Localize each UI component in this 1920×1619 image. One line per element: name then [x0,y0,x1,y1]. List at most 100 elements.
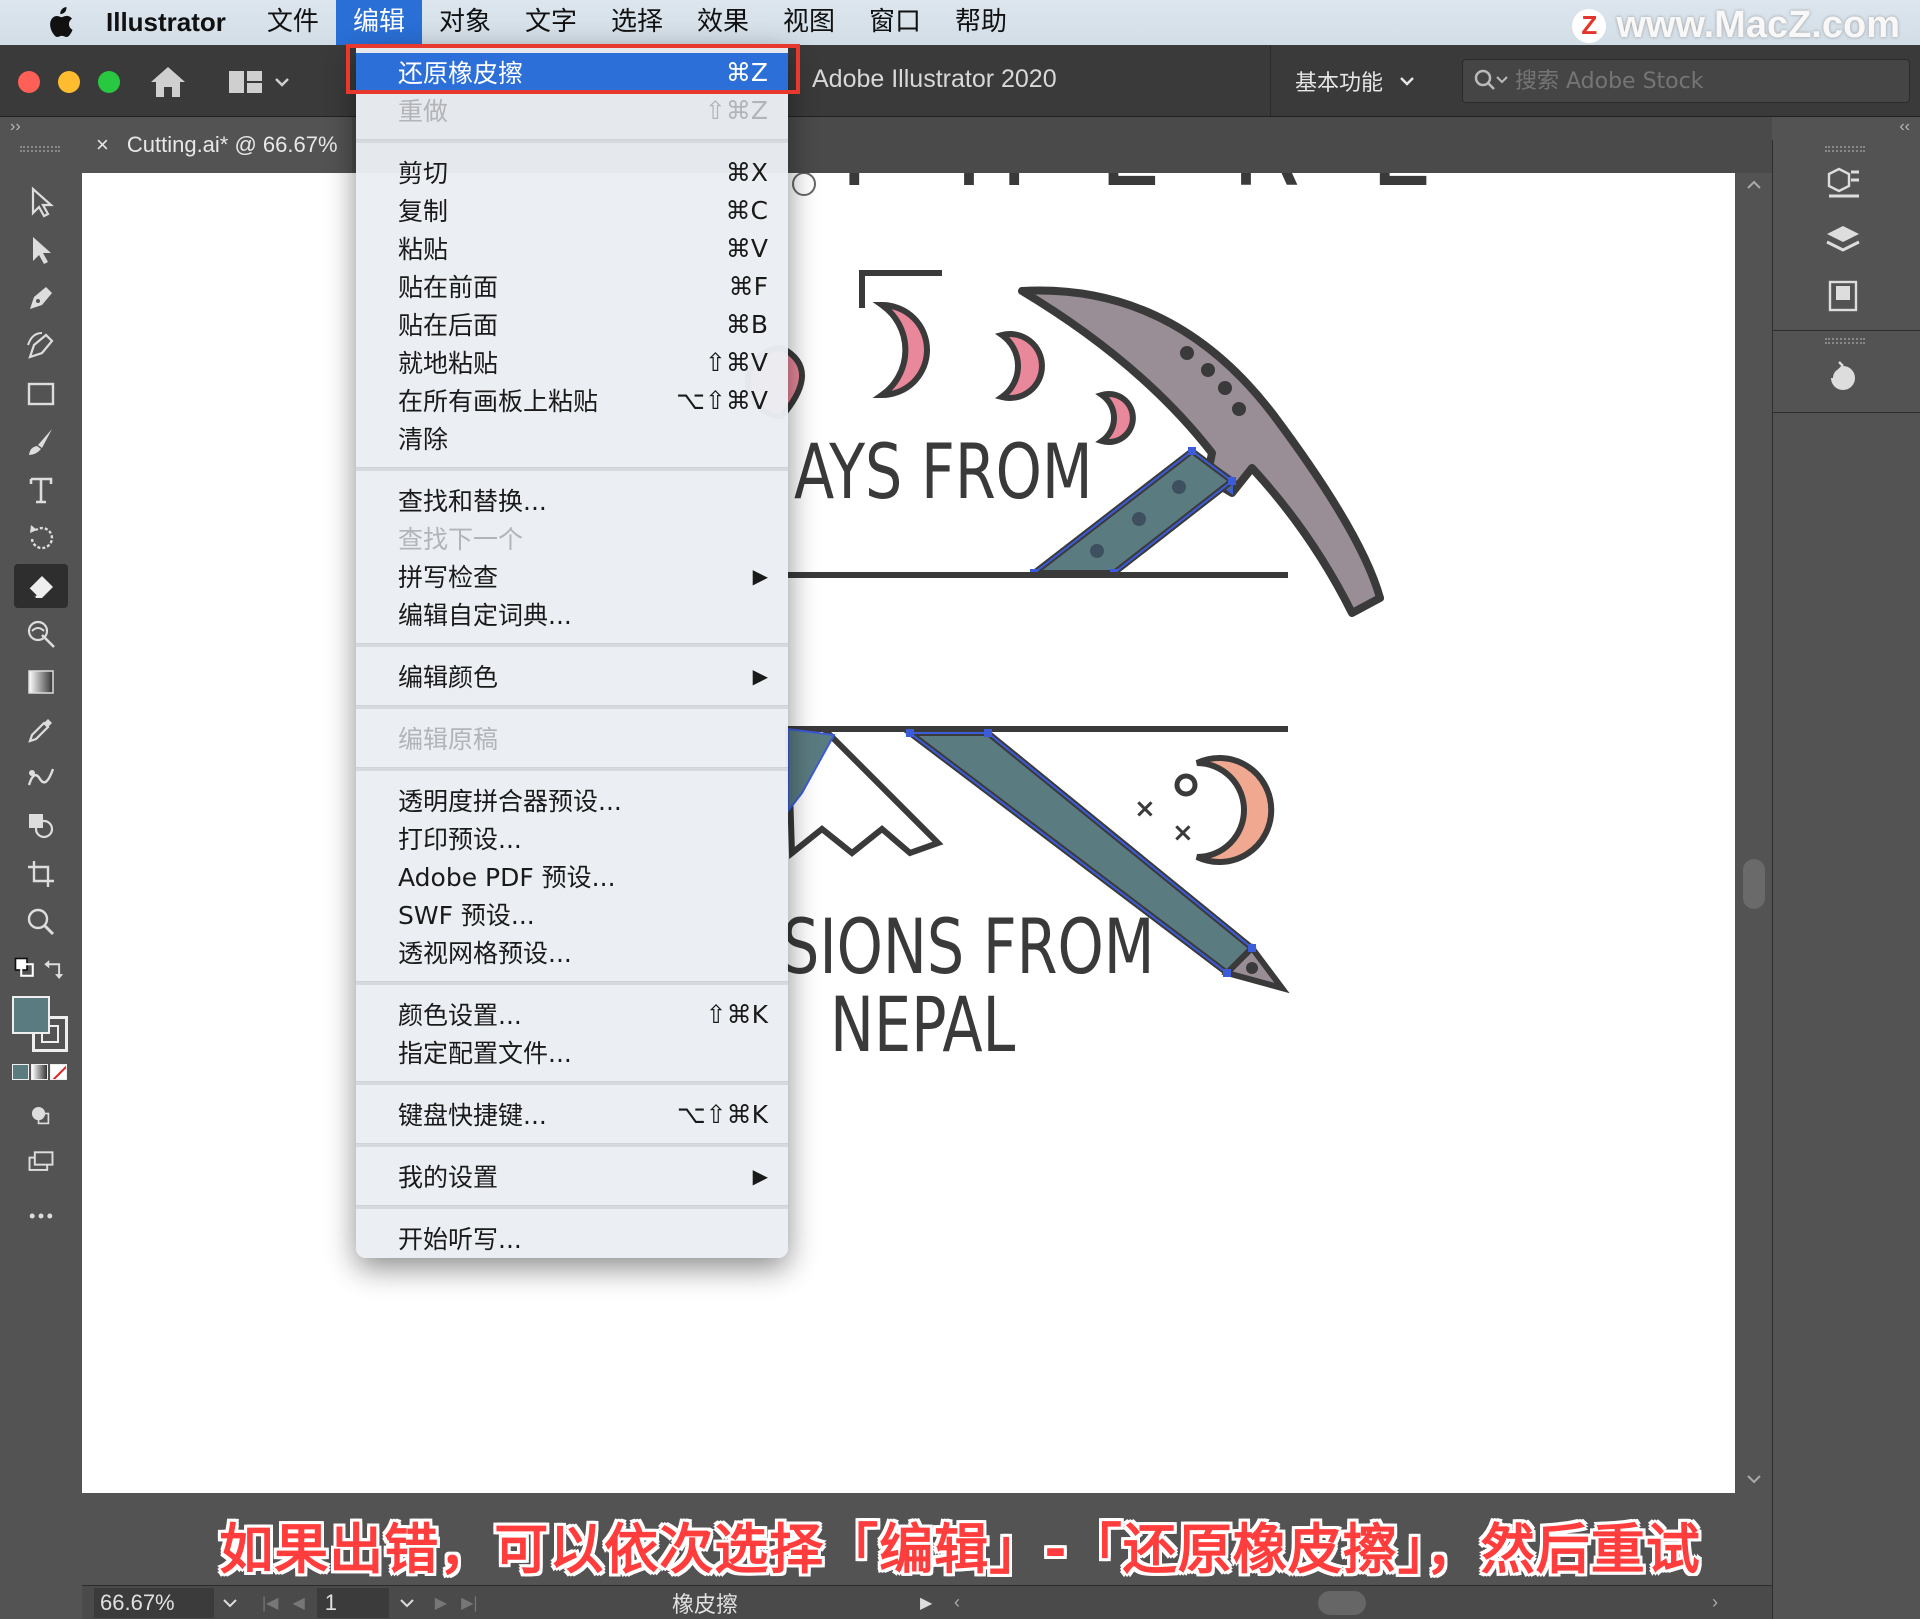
chevron-down-icon[interactable] [397,1596,417,1610]
edit-menu-item[interactable]: 剪切 ⌘X [356,153,788,191]
none-mode-button[interactable] [50,1064,67,1080]
menu-effect[interactable]: 效果 [680,0,766,45]
properties-panel-button[interactable] [1821,162,1865,206]
paintbrush-tool[interactable] [14,420,68,464]
minimize-window-button[interactable] [58,71,80,93]
swap-fill-stroke[interactable] [8,948,74,992]
panel-grip[interactable] [1825,146,1865,152]
menu-item-label: 复制 [398,197,449,226]
menu-window[interactable]: 窗口 [852,0,938,45]
zoom-tool[interactable] [14,900,68,944]
libraries-panel-button[interactable] [1821,274,1865,318]
rectangle-tool[interactable] [14,372,68,416]
artboard-tool[interactable] [14,852,68,896]
blend-tool[interactable] [14,756,68,800]
scroll-down-icon[interactable] [1745,1473,1763,1485]
previous-artboard-icon[interactable]: ◀ [292,1593,304,1613]
close-window-button[interactable] [18,71,40,93]
edit-menu-item[interactable]: 贴在后面 ⌘B [356,305,788,343]
chevron-down-icon[interactable] [220,1596,240,1610]
edit-menu-item[interactable]: 我的设置 ▶ [356,1157,788,1195]
horizontal-scroll-thumb[interactable] [1318,1591,1366,1615]
edit-menu-item[interactable]: 查找和替换... [356,481,788,519]
eraser-tool[interactable] [14,564,68,608]
screen-mode-button[interactable] [14,1140,68,1184]
menu-view[interactable]: 视图 [766,0,852,45]
edit-menu-item[interactable]: 透视网格预设... [356,933,788,971]
edit-menu-item[interactable]: 清除 [356,419,788,457]
fill-swatch[interactable] [12,996,50,1034]
panel-grip[interactable] [20,146,60,152]
workspace-switcher[interactable]: 基本功能 [1270,45,1450,117]
fill-stroke-swatches[interactable] [12,996,72,1056]
edit-menu-item: 重做 ⇧⌘Z [356,91,788,129]
cc-libraries-button[interactable] [1821,356,1865,400]
stock-search-input[interactable] [1515,68,1895,94]
first-artboard-icon[interactable]: |◀ [262,1593,278,1613]
gradient-mode-button[interactable] [31,1064,48,1080]
edit-menu-item[interactable]: 就地粘贴 ⇧⌘V [356,343,788,381]
pen-tool[interactable] [14,276,68,320]
menu-edit[interactable]: 编辑 [335,0,422,45]
drawing-modes-button[interactable] [14,1094,68,1138]
edit-menu-item[interactable]: 编辑颜色 ▶ [356,657,788,695]
collapse-panels-icon[interactable]: ‹‹ [1899,118,1910,136]
menu-select[interactable]: 选择 [594,0,680,45]
rotate-tool[interactable] [14,516,68,560]
edit-menu-item[interactable]: 颜色设置... ⇧⌘K [356,995,788,1033]
scroll-left-icon[interactable]: ‹ [954,1592,960,1613]
edit-menu-item[interactable]: 在所有画板上粘贴 ⌥⇧⌘V [356,381,788,419]
close-tab-icon[interactable]: × [96,132,109,158]
gradient-tool[interactable] [14,660,68,704]
edit-menu-item[interactable]: 拼写检查 ▶ [356,557,788,595]
zoom-level-field[interactable]: 66.67% [94,1587,214,1618]
zoom-window-button[interactable] [98,71,120,93]
edit-menu-item[interactable]: Adobe PDF 预设... [356,857,788,895]
edit-menu-item[interactable]: 编辑自定词典... [356,595,788,633]
artboard-number-field[interactable]: 1 [316,1587,389,1618]
last-artboard-icon[interactable]: ▶| [461,1593,477,1613]
edit-menu-item[interactable]: SWF 预设... [356,895,788,933]
menu-help[interactable]: 帮助 [938,0,1024,45]
menu-object[interactable]: 对象 [422,0,508,45]
eyedropper-tool[interactable] [14,708,68,752]
rotate-icon [30,525,54,550]
layers-panel-button[interactable] [1821,218,1865,262]
vertical-scrollbar[interactable] [1735,173,1772,1495]
document-tab[interactable]: × Cutting.ai* @ 66.67% [82,117,352,173]
scroll-right-icon[interactable]: › [1712,1592,1718,1613]
edit-menu-item[interactable]: 打印预设... [356,819,788,857]
curvature-tool[interactable] [14,324,68,368]
stock-search-box[interactable] [1462,59,1910,103]
puppet-warp-tool[interactable] [14,612,68,656]
apple-icon[interactable] [34,6,84,40]
shape-builder-tool[interactable] [14,804,68,848]
menu-type[interactable]: 文字 [508,0,594,45]
edit-menu-item[interactable]: 复制 ⌘C [356,191,788,229]
scroll-up-icon[interactable] [1745,179,1763,191]
edit-menu-item[interactable]: 贴在前面 ⌘F [356,267,788,305]
menu-item-label: 开始听写... [398,1225,522,1254]
status-menu-arrow-icon[interactable]: ▶ [920,1593,932,1613]
menu-file[interactable]: 文件 [250,0,336,45]
next-artboard-icon[interactable]: ▶ [435,1593,447,1613]
edit-menu-item[interactable]: 开始听写... [356,1219,788,1257]
selection-tool[interactable] [14,180,68,224]
eraser-icon [28,576,53,598]
type-tool[interactable] [14,468,68,512]
edit-toolbar-button[interactable] [14,1194,68,1238]
app-menu[interactable]: Illustrator [106,7,226,38]
color-mode-button[interactable] [12,1064,29,1080]
panel-grip[interactable] [1825,338,1865,344]
edit-menu-item[interactable]: 透明度拼合器预设... [356,781,788,819]
arrange-documents-button[interactable] [228,65,298,99]
direct-selection-tool[interactable] [14,228,68,272]
right-panel-dock [1772,140,1920,1619]
home-button[interactable] [148,63,188,101]
edit-menu-item[interactable]: 键盘快捷键... ⌥⇧⌘K [356,1095,788,1133]
edit-menu-item[interactable]: 粘贴 ⌘V [356,229,788,267]
collapse-tools-icon[interactable]: ›› [10,118,21,136]
artboard[interactable]: THERE AYS FROM [82,173,1735,1493]
edit-menu-item[interactable]: 指定配置文件... [356,1033,788,1071]
vertical-scroll-thumb[interactable] [1743,859,1765,909]
